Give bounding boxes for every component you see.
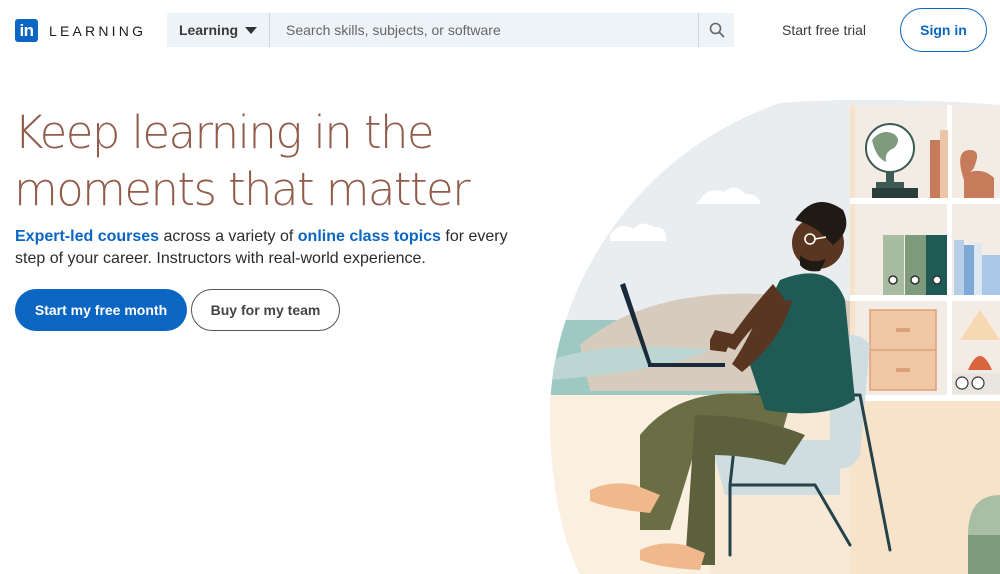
hero-description: Expert-led courses across a variety of o… [15, 226, 515, 270]
buy-for-team-button[interactable]: Buy for my team [191, 289, 340, 331]
caret-down-icon [245, 26, 258, 34]
start-free-trial-link[interactable]: Start free trial [782, 22, 866, 38]
linkedin-learning-logo[interactable]: in LEARNING [15, 19, 146, 42]
desc-text-1: across a variety of [159, 228, 298, 245]
hero-headline-line2: moments that matter [14, 163, 471, 216]
linkedin-in-icon: in [15, 19, 38, 42]
search-category-label: Learning [178, 22, 239, 38]
start-free-month-button[interactable]: Start my free month [15, 289, 187, 331]
hero-illustration [550, 99, 1000, 574]
search-category-dropdown[interactable]: Learning [167, 13, 270, 47]
search-bar: Learning [167, 13, 734, 47]
hero-headline: Keep learning in the moments that matter [14, 104, 534, 218]
expert-led-courses-link[interactable]: Expert-led courses [15, 228, 159, 245]
top-nav: in LEARNING Learning Start free trial Si… [0, 0, 1000, 62]
hero-headline-line1: Keep learning in the [14, 106, 435, 159]
search-icon [709, 22, 724, 38]
online-class-topics-link[interactable]: online class topics [298, 228, 441, 245]
sign-in-button[interactable]: Sign in [900, 8, 987, 52]
logo-text: LEARNING [49, 22, 147, 39]
search-button[interactable] [698, 13, 734, 47]
search-input[interactable] [270, 13, 698, 47]
